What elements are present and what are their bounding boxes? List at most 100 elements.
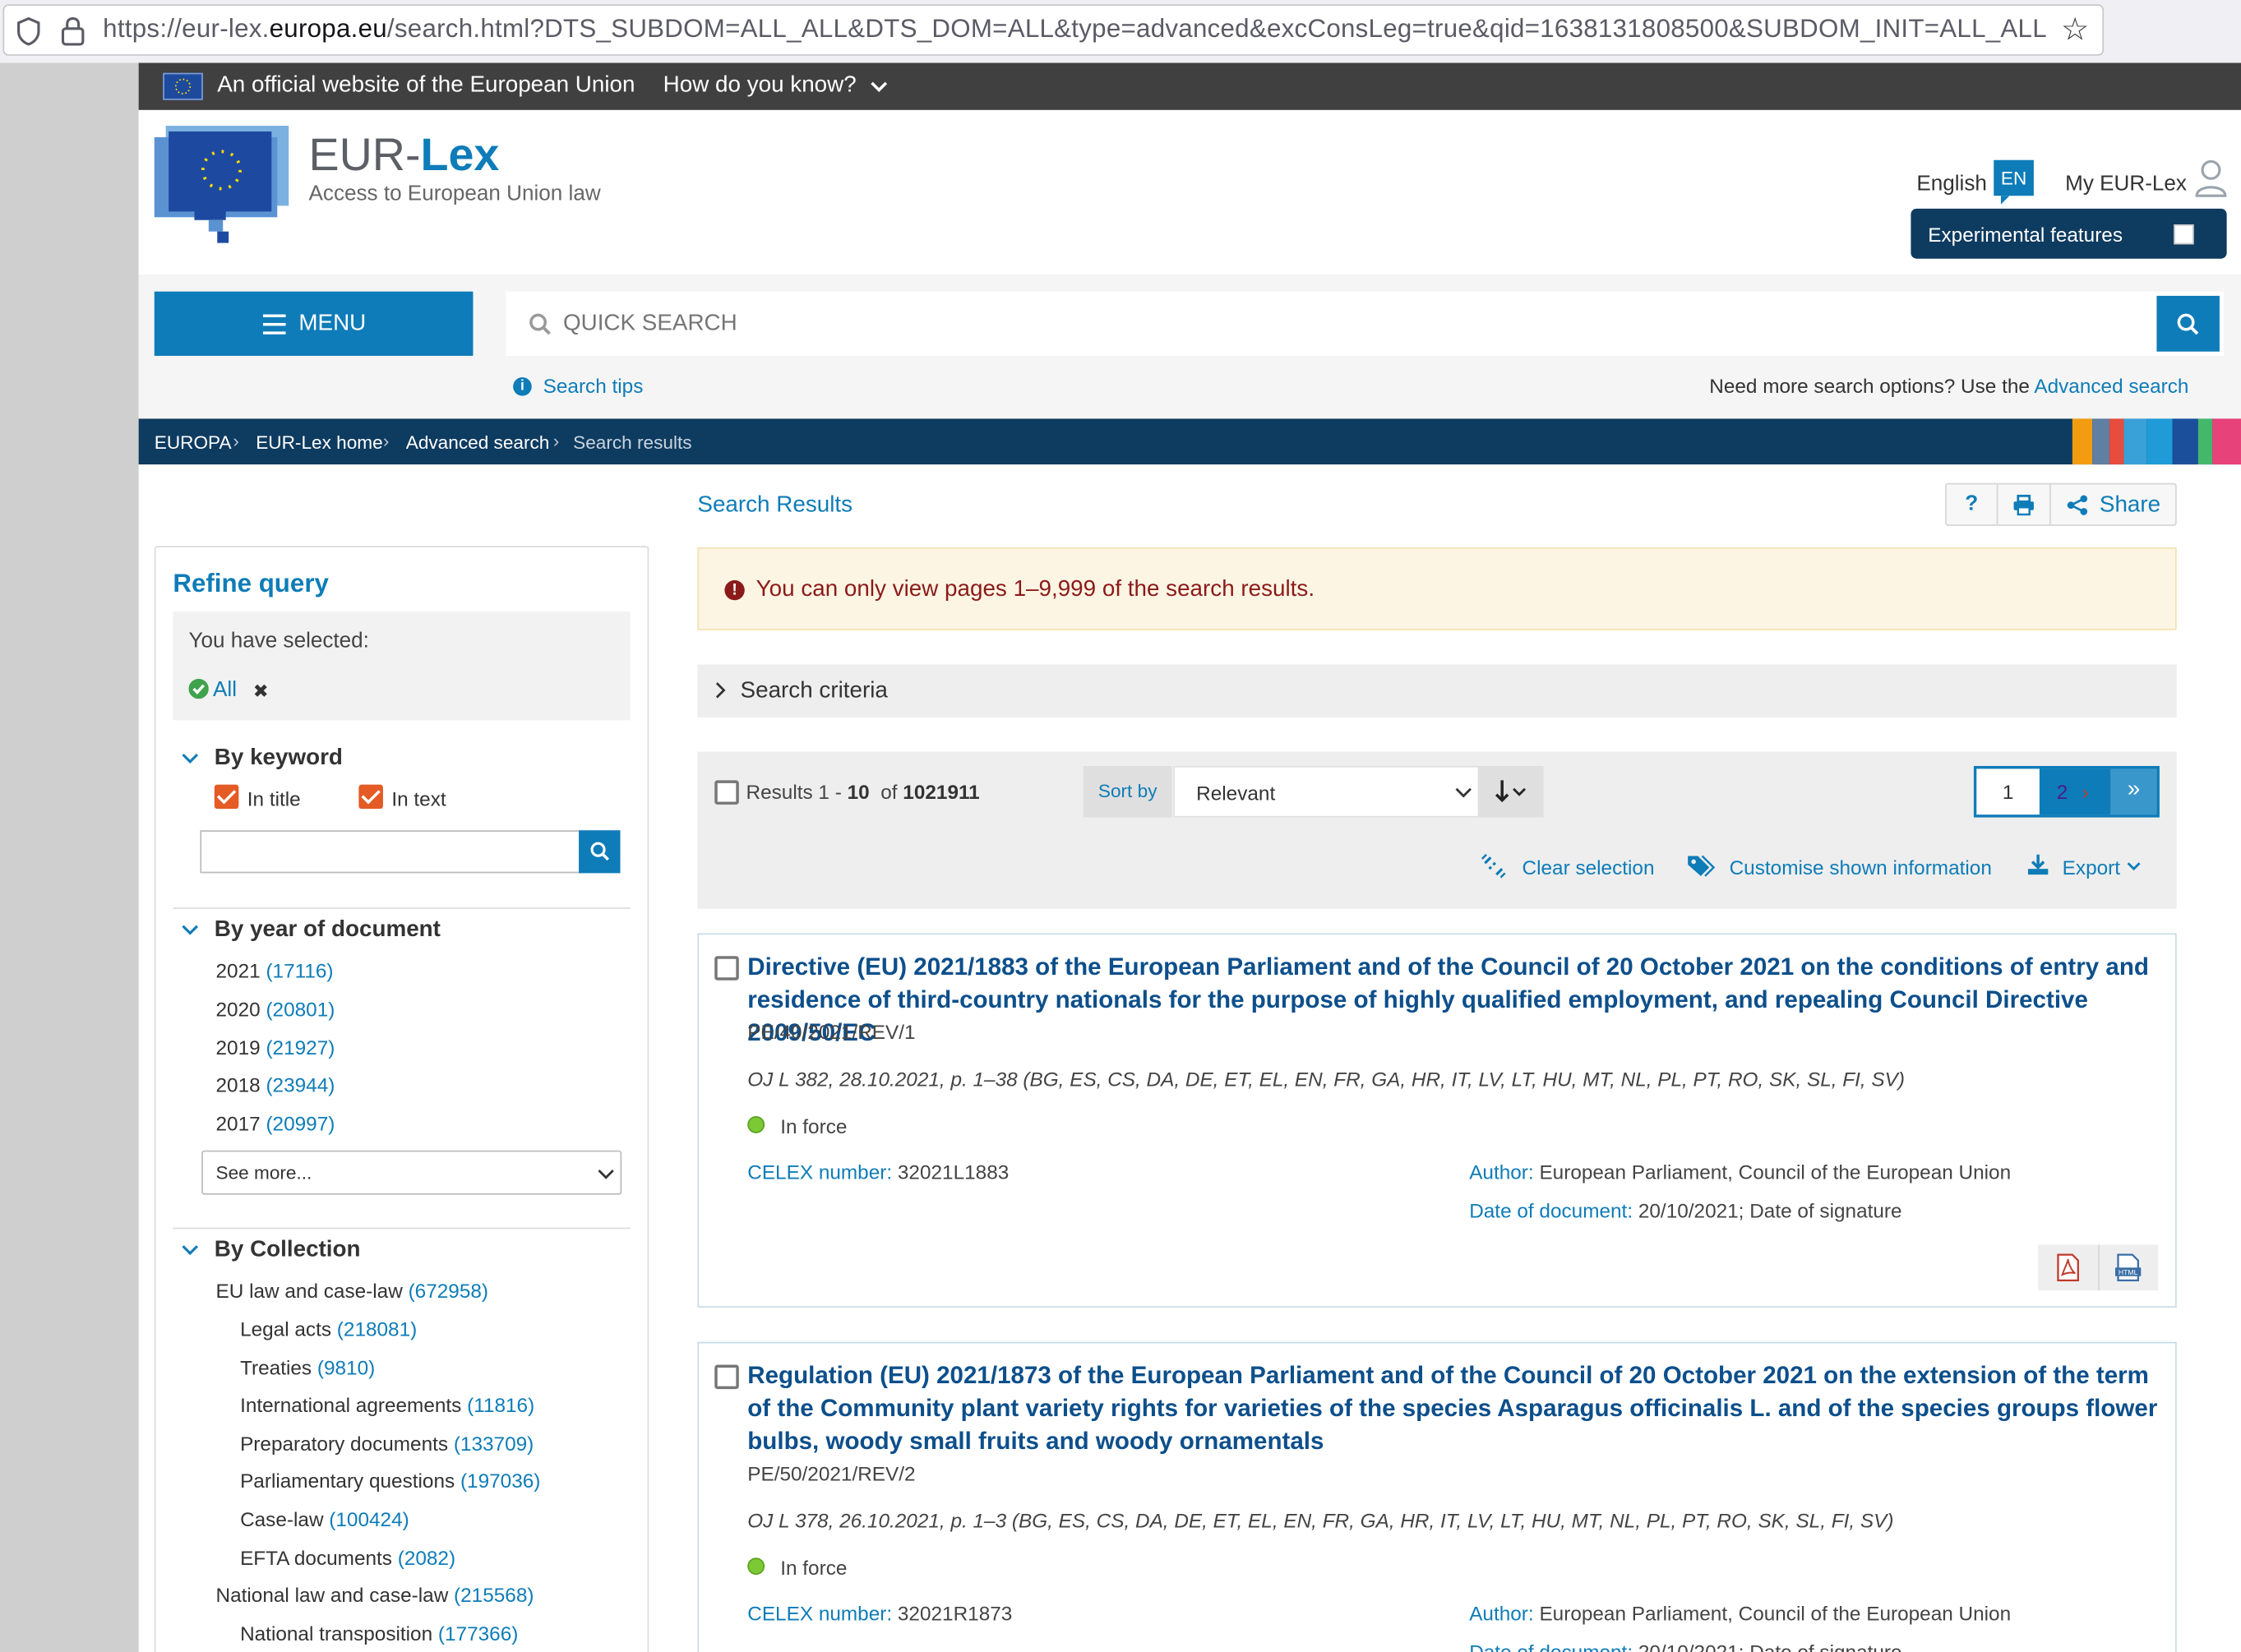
- result-checkbox[interactable]: [714, 956, 739, 981]
- collection-facet-item[interactable]: Parliamentary questions (197036): [240, 1469, 540, 1492]
- result-format-buttons: HTML: [2038, 1244, 2159, 1291]
- svg-text:HTML: HTML: [2119, 1268, 2138, 1276]
- experimental-features-toggle[interactable]: Experimental features: [1911, 208, 2227, 259]
- clear-selection-link[interactable]: Clear selection: [1522, 856, 1655, 879]
- refine-query-title: Refine query: [173, 569, 329, 598]
- url-text[interactable]: https://eur-lex.europa.eu/search.html?DT…: [103, 14, 2046, 44]
- next-page-button[interactable]: 2 ›: [2039, 768, 2111, 815]
- sort-select[interactable]: Relevant: [1173, 765, 1480, 818]
- year-facet-item[interactable]: 2017 (20997): [216, 1112, 335, 1135]
- eu-stars-icon: [201, 150, 242, 191]
- result-title-link[interactable]: Regulation (EU) 2021/1873 of the Europea…: [747, 1359, 2162, 1458]
- export-button[interactable]: Export: [2063, 856, 2120, 879]
- bookmark-star-icon[interactable]: ☆: [2061, 12, 2089, 48]
- how-do-you-know-link[interactable]: How do you know?: [663, 73, 857, 99]
- chevron-down-icon[interactable]: [182, 753, 199, 764]
- collection-facet-item[interactable]: EU law and case-law (672958): [216, 1279, 488, 1302]
- chevron-down-icon[interactable]: [869, 80, 889, 94]
- breadcrumb-eurlex-home[interactable]: EUR-Lex home: [256, 431, 383, 453]
- search-icon: [590, 842, 609, 861]
- lock-icon[interactable]: [60, 16, 85, 46]
- by-year-title[interactable]: By year of document: [215, 917, 441, 943]
- selected-filters: [173, 611, 631, 721]
- breadcrumb-separator: ›: [233, 430, 239, 452]
- collection-facet-item[interactable]: EFTA documents (2082): [240, 1546, 455, 1569]
- result-status: In force: [780, 1556, 848, 1580]
- sort-direction-button[interactable]: [1479, 765, 1544, 818]
- customise-link[interactable]: Customise shown information: [1730, 856, 1992, 879]
- in-title-checkbox[interactable]: [214, 784, 239, 810]
- pdf-icon[interactable]: [2054, 1253, 2082, 1282]
- eurlex-logo[interactable]: [154, 126, 289, 243]
- result-reference: PE/40/2021/REV/1: [747, 1020, 916, 1044]
- share-icon[interactable]: [2067, 495, 2088, 516]
- result-checkbox[interactable]: [714, 1364, 739, 1390]
- breadcrumb-advanced-search[interactable]: Advanced search: [406, 431, 550, 453]
- chevron-down-icon[interactable]: [182, 1244, 199, 1256]
- result-date: Date of document: 20/10/2021; Date of si…: [1469, 1198, 1902, 1222]
- quick-search-input[interactable]: [562, 300, 2136, 348]
- result-title-link[interactable]: Directive (EU) 2021/1883 of the European…: [747, 950, 2162, 1049]
- chevron-down-icon[interactable]: [182, 925, 199, 936]
- advanced-search-link[interactable]: Advanced search: [2034, 375, 2188, 398]
- page-number-input[interactable]: [1976, 768, 2040, 815]
- collection-facet-item[interactable]: Preparatory documents (133709): [240, 1432, 534, 1455]
- sort-value: Relevant: [1196, 782, 1276, 805]
- my-eurlex-link[interactable]: My EUR-Lex: [2065, 172, 2187, 196]
- chevron-down-icon[interactable]: [2127, 861, 2141, 871]
- selected-filter-all[interactable]: All: [213, 677, 237, 702]
- collection-facet-item[interactable]: International agreements (11816): [240, 1393, 534, 1416]
- result-reference: PE/50/2021/REV/2: [747, 1461, 916, 1485]
- search-criteria-label: Search criteria: [740, 678, 888, 704]
- last-page-button[interactable]: »: [2110, 768, 2157, 815]
- breadcrumb-europa[interactable]: EUROPA: [155, 431, 232, 453]
- divider: [173, 1227, 631, 1230]
- html-icon[interactable]: HTML: [2114, 1253, 2142, 1282]
- color-stripe: [2072, 418, 2241, 465]
- menu-label: MENU: [298, 311, 367, 336]
- by-collection-title[interactable]: By Collection: [215, 1238, 361, 1263]
- collection-facet-item[interactable]: Treaties (9810): [240, 1356, 375, 1379]
- language-badge-tail: [2000, 196, 2010, 205]
- see-more-select[interactable]: See more...: [201, 1150, 622, 1195]
- help-icon[interactable]: ?: [1947, 484, 1998, 525]
- language-label[interactable]: English: [1916, 172, 1987, 196]
- shield-icon[interactable]: [16, 16, 41, 46]
- user-icon[interactable]: [2194, 159, 2229, 199]
- year-facet-item[interactable]: 2020 (20801): [216, 998, 335, 1021]
- breadcrumb: EUROPA › EUR-Lex home › Advanced search …: [138, 418, 2241, 465]
- logo-tagline: Access to European Union law: [308, 181, 601, 206]
- divider: [173, 907, 631, 909]
- info-icon: i: [513, 377, 532, 396]
- remove-filter-icon[interactable]: ✖: [253, 681, 269, 704]
- menu-button[interactable]: MENU: [154, 291, 474, 356]
- search-criteria-toggle[interactable]: Search criteria: [697, 664, 2177, 718]
- quick-search-box[interactable]: [506, 291, 2225, 356]
- chevron-right-icon: ›: [2082, 780, 2089, 804]
- result-author: Author: European Parliament, Council of …: [1469, 1160, 2012, 1184]
- collection-facet-item[interactable]: National law and case-law (215568): [216, 1584, 534, 1607]
- page-tools: ? Share: [1945, 482, 2177, 526]
- in-text-checkbox[interactable]: [358, 784, 383, 810]
- keyword-search-button[interactable]: [579, 830, 621, 874]
- select-all-checkbox[interactable]: [714, 780, 739, 805]
- language-badge[interactable]: EN: [1994, 159, 2034, 196]
- search-tips-link[interactable]: Search tips: [543, 375, 644, 398]
- search-icon: [2177, 313, 2199, 335]
- collection-facet-item[interactable]: Case-law (100424): [240, 1507, 409, 1530]
- warning-text: You can only view pages 1–9,999 of the s…: [755, 577, 1315, 602]
- page-gutter: [0, 62, 139, 1652]
- share-button[interactable]: Share: [2100, 493, 2160, 519]
- keyword-input[interactable]: [200, 830, 580, 874]
- year-facet-item[interactable]: 2018 (23944): [216, 1073, 335, 1096]
- collection-facet-item[interactable]: Legal acts (218081): [240, 1317, 417, 1341]
- print-icon[interactable]: [2012, 494, 2035, 516]
- year-facet-item[interactable]: 2019 (21927): [216, 1036, 335, 1059]
- collection-facet-item[interactable]: National transposition (177366): [240, 1622, 518, 1645]
- unlink-icon: [1481, 853, 1506, 879]
- year-facet-item[interactable]: 2021 (17116): [216, 959, 334, 982]
- quick-search-submit[interactable]: [2156, 295, 2220, 352]
- by-keyword-title[interactable]: By keyword: [215, 746, 343, 772]
- eu-flag-icon: [163, 72, 203, 100]
- experimental-checkbox[interactable]: [2174, 224, 2194, 245]
